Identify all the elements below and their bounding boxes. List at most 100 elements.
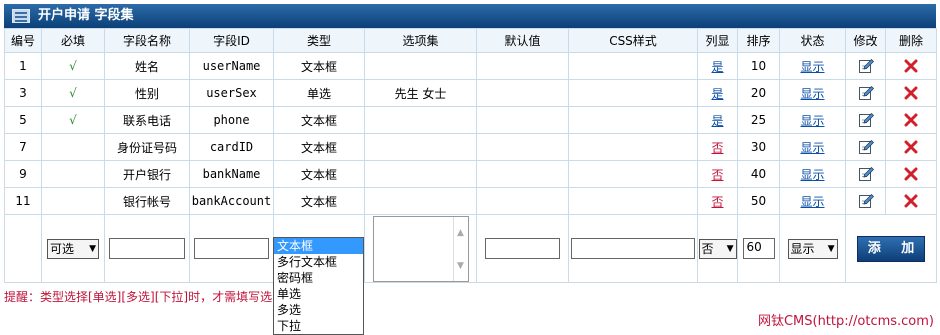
cell-type: 文本框 xyxy=(273,187,365,215)
cell-num: 11 xyxy=(4,187,42,215)
list-display-select[interactable]: 否 ▼ xyxy=(698,238,737,259)
type-option[interactable]: 文本框 xyxy=(274,238,363,254)
cell-type: 文本框 xyxy=(273,106,365,134)
cell-num: 3 xyxy=(4,79,42,107)
delete-icon[interactable] xyxy=(904,86,918,100)
footer-credit[interactable]: 网钛CMS(http://otcms.com) xyxy=(758,310,934,329)
cell-sort: 40 xyxy=(737,160,780,188)
cell-name: 银行帐号 xyxy=(104,187,190,215)
cell-field-id: bankName xyxy=(189,160,274,188)
col-header-name: 字段名称 xyxy=(104,28,190,53)
list-toggle-link[interactable]: 否 xyxy=(711,141,723,155)
field-name-input[interactable] xyxy=(109,238,185,259)
cell-required xyxy=(41,160,105,188)
delete-icon[interactable] xyxy=(904,59,918,73)
state-toggle-link[interactable]: 显示 xyxy=(800,168,824,182)
cell-options xyxy=(364,187,477,215)
cell-default xyxy=(476,187,569,215)
delete-icon[interactable] xyxy=(904,140,918,154)
field-table: 编号 必填 字段名称 字段ID 类型 选项集 默认值 CSS样式 列显 排序 状… xyxy=(4,28,937,283)
options-textarea[interactable]: ▲ ▼ xyxy=(372,215,469,282)
state-toggle-link[interactable]: 显示 xyxy=(800,141,824,155)
list-toggle-link[interactable]: 是 xyxy=(711,60,723,74)
type-dropdown-list[interactable]: 文本框 多行文本框 密码框 单选 多选 下拉 xyxy=(273,237,364,335)
edit-icon[interactable] xyxy=(858,193,874,209)
col-header-sort: 排序 xyxy=(737,28,780,53)
required-select[interactable]: 可选 ▼ xyxy=(47,238,99,259)
cell-options xyxy=(364,133,477,161)
col-header-list: 列显 xyxy=(697,28,738,53)
col-header-type: 类型 xyxy=(273,28,365,53)
cell-required: √ xyxy=(41,52,105,80)
cell-sort: 50 xyxy=(737,187,780,215)
required-select-value: 可选 xyxy=(50,242,75,256)
table-row: 1 √ 姓名 userName 文本框 是 10 显示 xyxy=(4,52,937,80)
list-toggle-link[interactable]: 否 xyxy=(711,195,723,209)
state-select[interactable]: 显示 ▼ xyxy=(787,238,838,259)
cell-options: 先生 女士 xyxy=(364,79,477,107)
cell-field-id: userSex xyxy=(189,79,274,107)
chevron-down-icon: ▼ xyxy=(827,243,835,254)
col-header-delete: 删除 xyxy=(885,28,937,53)
cell-sort: 10 xyxy=(737,52,780,80)
type-option[interactable]: 下拉 xyxy=(274,318,363,334)
state-toggle-link[interactable]: 显示 xyxy=(800,114,824,128)
table-row: 9 开户银行 bankName 文本框 否 40 显示 xyxy=(4,160,937,188)
tip-text: 提醒：类型选择[单选][多选][下拉]时，才需填写选 xyxy=(4,290,273,304)
table-row: 11 银行帐号 bankAccount 文本框 否 50 显示 xyxy=(4,187,937,215)
cell-type: 文本框 xyxy=(273,52,365,80)
edit-icon[interactable] xyxy=(858,58,874,74)
textarea-scrollbar[interactable]: ▲ ▼ xyxy=(452,216,468,281)
cell-css xyxy=(568,187,698,215)
default-value-input[interactable] xyxy=(485,238,560,259)
cell-field-id: bankAccount xyxy=(189,187,274,215)
cell-options xyxy=(364,160,477,188)
edit-icon[interactable] xyxy=(858,166,874,182)
cell-name: 身份证号码 xyxy=(104,133,190,161)
delete-icon[interactable] xyxy=(904,113,918,127)
state-toggle-link[interactable]: 显示 xyxy=(800,87,824,101)
cell-num: 5 xyxy=(4,106,42,134)
type-option[interactable]: 多选 xyxy=(274,302,363,318)
edit-icon[interactable] xyxy=(858,139,874,155)
delete-icon[interactable] xyxy=(904,167,918,181)
cell-required xyxy=(41,187,105,215)
sort-input[interactable]: 60 xyxy=(742,238,775,259)
type-option[interactable]: 密码框 xyxy=(274,270,363,286)
add-button[interactable]: 添 加 xyxy=(857,235,925,262)
state-toggle-link[interactable]: 显示 xyxy=(800,60,824,74)
header-row: 编号 必填 字段名称 字段ID 类型 选项集 默认值 CSS样式 列显 排序 状… xyxy=(4,28,937,53)
cell-field-id: userName xyxy=(189,52,274,80)
cell-name: 联系电话 xyxy=(104,106,190,134)
cell-css xyxy=(568,106,698,134)
state-toggle-link[interactable]: 显示 xyxy=(800,195,824,209)
type-option[interactable]: 单选 xyxy=(274,286,363,302)
panel-title-bar: 开户申请 字段集 xyxy=(4,4,936,28)
cell-name: 性别 xyxy=(104,79,190,107)
list-display-value: 否 xyxy=(701,242,714,256)
list-toggle-link[interactable]: 是 xyxy=(711,114,723,128)
chevron-down-icon: ▼ xyxy=(726,243,734,254)
col-header-field-id: 字段ID xyxy=(189,28,274,53)
delete-icon[interactable] xyxy=(904,194,918,208)
type-option[interactable]: 多行文本框 xyxy=(274,254,363,270)
table-row: 7 身份证号码 cardID 文本框 否 30 显示 xyxy=(4,133,937,161)
cell-css xyxy=(568,133,698,161)
list-toggle-link[interactable]: 否 xyxy=(711,168,723,182)
cell-default xyxy=(476,133,569,161)
col-header-required: 必填 xyxy=(41,28,105,53)
edit-icon[interactable] xyxy=(858,112,874,128)
field-id-input[interactable] xyxy=(194,238,269,259)
scroll-down-icon: ▼ xyxy=(457,260,464,271)
table-row: 3 √ 性别 userSex 单选 先生 女士 是 20 显示 xyxy=(4,79,937,107)
cell-required: √ xyxy=(41,106,105,134)
cell-num: 7 xyxy=(4,133,42,161)
css-style-input[interactable] xyxy=(571,238,695,259)
cell-field-id: cardID xyxy=(189,133,274,161)
cell-type: 文本框 xyxy=(273,133,365,161)
cell-sort: 30 xyxy=(737,133,780,161)
edit-icon[interactable] xyxy=(858,85,874,101)
col-header-edit: 修改 xyxy=(845,28,886,53)
cell-type: 文本框 xyxy=(273,160,365,188)
list-toggle-link[interactable]: 是 xyxy=(711,87,723,101)
